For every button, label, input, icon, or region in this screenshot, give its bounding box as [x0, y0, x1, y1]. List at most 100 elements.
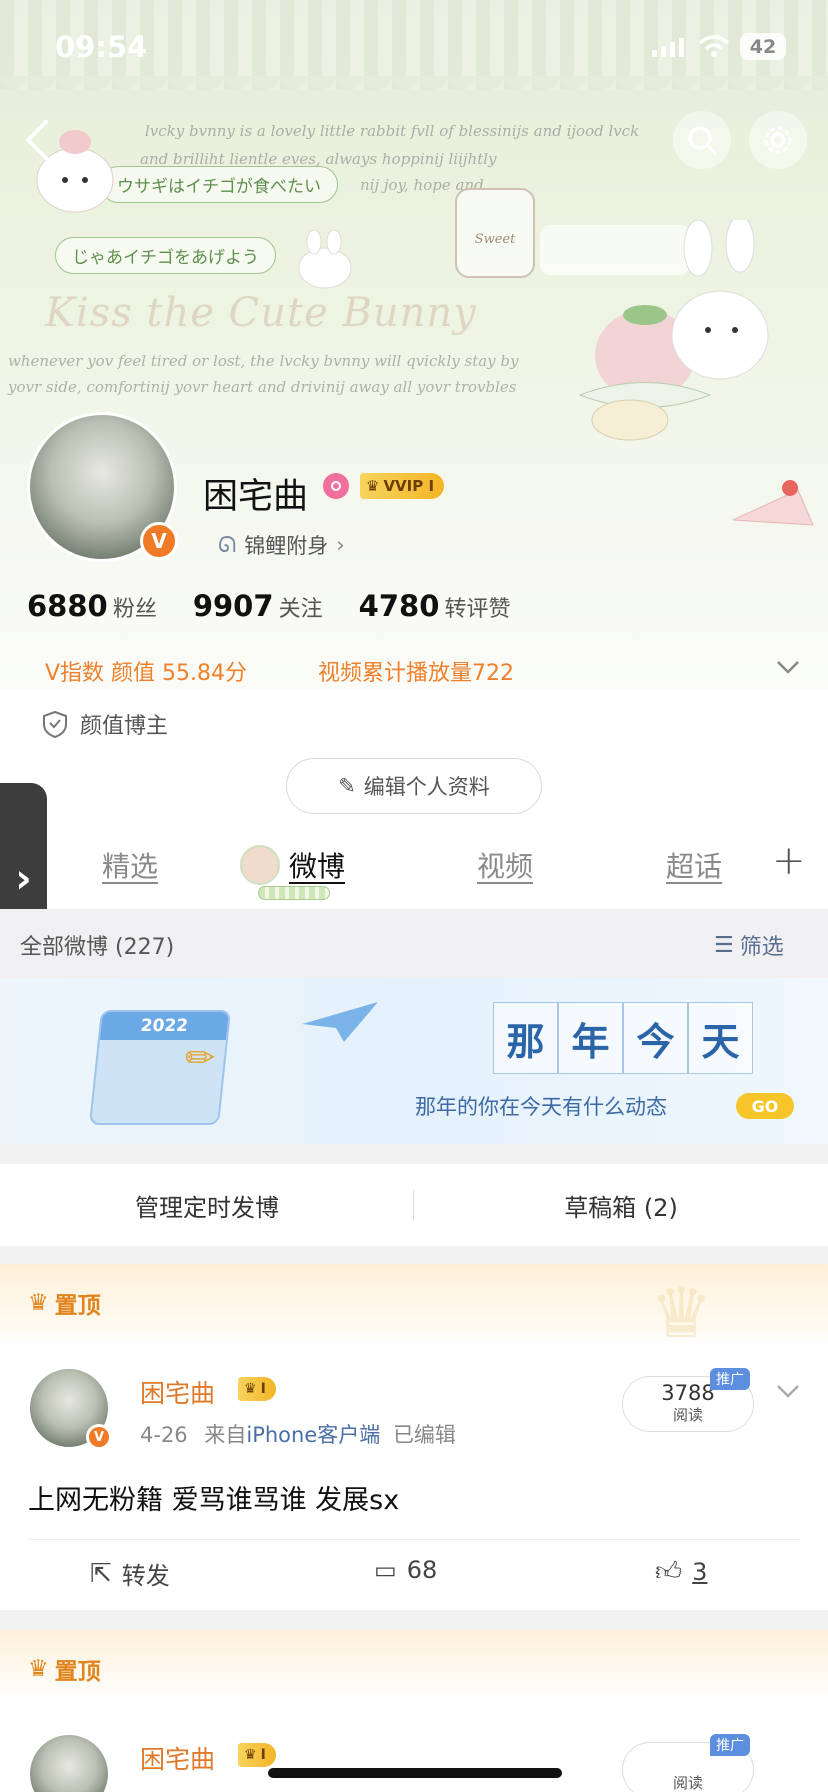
bunny-icon-small [298, 230, 352, 289]
tab-super-topic[interactable]: 超话 [666, 845, 722, 885]
settings-button[interactable] [749, 111, 807, 169]
pencil-icon: ✎ [338, 774, 356, 798]
crown-watermark-icon: ♛ [650, 1272, 713, 1354]
weibo-tab-icon [240, 845, 280, 885]
crown-icon: ♛ [28, 1656, 49, 1682]
vip-badge-small[interactable]: ♛ I [238, 1377, 276, 1401]
cover-title-art: Kiss the Cute Bunny [45, 290, 477, 336]
paper-plane-icon [302, 1002, 378, 1042]
divider [0, 1610, 828, 1630]
pinned-label: ♛ 置顶 [28, 1286, 101, 1320]
post-author[interactable]: 困宅曲 [140, 1740, 215, 1776]
weibo-list-header: 全部微博 (227) ☰ 筛选 [0, 909, 828, 978]
tab-active-indicator [258, 886, 330, 900]
v-index-link[interactable]: V指数 颜值 55.84分 [45, 655, 247, 687]
vip-level: I [260, 1747, 266, 1763]
repost-button[interactable]: ⇱ 转发 [90, 1556, 170, 1591]
search-button[interactable] [673, 111, 731, 169]
back-arrow-icon[interactable] [22, 118, 52, 162]
pinned-text: 置顶 [54, 1659, 101, 1685]
vip-badge-small[interactable]: ♛ I [238, 1743, 276, 1767]
stat-followers[interactable]: 6880 粉丝 [27, 589, 157, 623]
go-button[interactable]: GO [736, 1093, 794, 1119]
divider [0, 1144, 828, 1164]
jar-label: Sweet [474, 232, 516, 247]
stat-number: 4780 [358, 589, 440, 623]
chevron-right-icon: › [15, 856, 32, 902]
title-char: 年 [558, 1002, 623, 1074]
gear-icon [764, 126, 792, 154]
promote-badge[interactable]: 推广 [710, 1368, 750, 1390]
profile-cover-banner: lvcky bvnny is a lovely little rabbit fv… [0, 0, 828, 690]
like-button[interactable]: 👍︎ 3 [655, 1556, 707, 1587]
thumbs-up-icon: 👍︎ [655, 1557, 683, 1587]
cover-text-line: whenever yov feel tired or lost, the lvc… [8, 352, 519, 370]
like-count: 3 [692, 1557, 708, 1586]
home-indicator [268, 1768, 562, 1778]
status-time: 09:54 [55, 30, 148, 64]
pinned-text: 置顶 [54, 1293, 101, 1319]
verified-v-badge: V [140, 522, 178, 560]
read-label: 阅读 [672, 1406, 703, 1424]
post-date: 4-26 [140, 1423, 188, 1447]
shield-icon [43, 710, 67, 738]
read-count: 3788 [661, 1381, 715, 1405]
chevron-down-icon[interactable] [776, 660, 800, 676]
on-this-day-title: 那 年 今 天 [493, 1002, 753, 1074]
post-author[interactable]: 困宅曲 [140, 1374, 215, 1410]
pinned-header: ♛ 置顶 ♛ [0, 1264, 828, 1354]
pencil-icon: ✏ [185, 1038, 216, 1079]
crown-icon: ♛ [366, 477, 380, 495]
tab-featured[interactable]: 精选 [102, 845, 158, 885]
post-card: ♛ 置顶 ♛ V 困宅曲 ♛ I 4-26 来自iPhone客户端 已编辑 37… [0, 1264, 828, 1610]
post-edited: 已编辑 [392, 1423, 456, 1447]
add-tab-icon[interactable]: + [772, 838, 806, 884]
scheduled-posts-button[interactable]: 管理定时发博 [0, 1164, 414, 1246]
promote-badge[interactable]: 推广 [710, 1734, 750, 1756]
signal-icon [652, 38, 684, 57]
cover-speech-bubble: じゃあイチゴをあげよう [55, 237, 276, 274]
cover-speech-bubble: ウサギはイチゴが食べたい [100, 166, 338, 203]
crown-icon: ♛ [244, 1747, 257, 1763]
post-source[interactable]: iPhone客户端 [246, 1423, 380, 1447]
profile-tag-label: 颜值博主 [80, 714, 169, 739]
filter-button[interactable]: ☰ 筛选 [714, 929, 784, 961]
vip-badge-label: VVIP I [383, 477, 435, 495]
drafts-button[interactable]: 草稿箱 (2) [414, 1164, 828, 1246]
chevron-right-icon: › [336, 533, 345, 557]
tab-video[interactable]: 视频 [477, 845, 533, 885]
koi-icon: ᘏ [218, 532, 237, 558]
divider [28, 1539, 800, 1540]
edit-profile-button[interactable]: ✎ 编辑个人资料 [286, 758, 542, 814]
stat-label: 粉丝 [112, 597, 157, 622]
jar-illustration: Sweet [455, 188, 535, 278]
post-content: 上网无粉籍 爱骂谁骂谁 发展sx [28, 1485, 400, 1516]
post-avatar[interactable] [27, 1732, 111, 1792]
koi-link[interactable]: ᘏ 锦鲤附身 › [218, 530, 345, 560]
stat-label: 关注 [278, 597, 323, 622]
title-char: 天 [688, 1002, 753, 1074]
post-card: ♛ 置顶 困宅曲 ♛ I 阅读 推广 [0, 1630, 828, 1792]
divider [0, 1246, 828, 1264]
tab-weibo[interactable]: 微博 [289, 845, 345, 885]
wifi-icon [698, 35, 730, 57]
koi-label: 锦鲤附身 [244, 534, 329, 558]
stat-number: 6880 [27, 589, 108, 623]
profile-name: 困宅曲 [203, 477, 309, 517]
comment-button[interactable]: ▭ 68 [374, 1556, 437, 1584]
cover-text-line: lvcky bvnny is a lovely little rabbit fv… [145, 122, 640, 140]
stat-following[interactable]: 9907 关注 [193, 589, 323, 623]
post-management-row: 管理定时发博 草稿箱 (2) [0, 1164, 828, 1246]
read-label: 阅读 [672, 1774, 703, 1792]
title-char: 那 [493, 1002, 558, 1074]
comment-icon: ▭ [374, 1556, 397, 1584]
stat-interactions[interactable]: 4780 转评赞 [359, 589, 511, 623]
video-plays-link[interactable]: 视频累计播放量722 [318, 655, 514, 687]
chevron-down-icon[interactable] [776, 1384, 800, 1400]
pinned-label: ♛ 置顶 [28, 1652, 101, 1686]
repost-label: 转发 [121, 1562, 170, 1590]
vip-badge[interactable]: ♛ VVIP I [360, 473, 445, 499]
on-this-day-banner[interactable]: 2022 ✏ 那 年 今 天 那年的你在今天有什么动态 GO [0, 978, 828, 1144]
weibo-count-label: 全部微博 (227) [20, 935, 175, 960]
vip-level: I [260, 1381, 266, 1397]
